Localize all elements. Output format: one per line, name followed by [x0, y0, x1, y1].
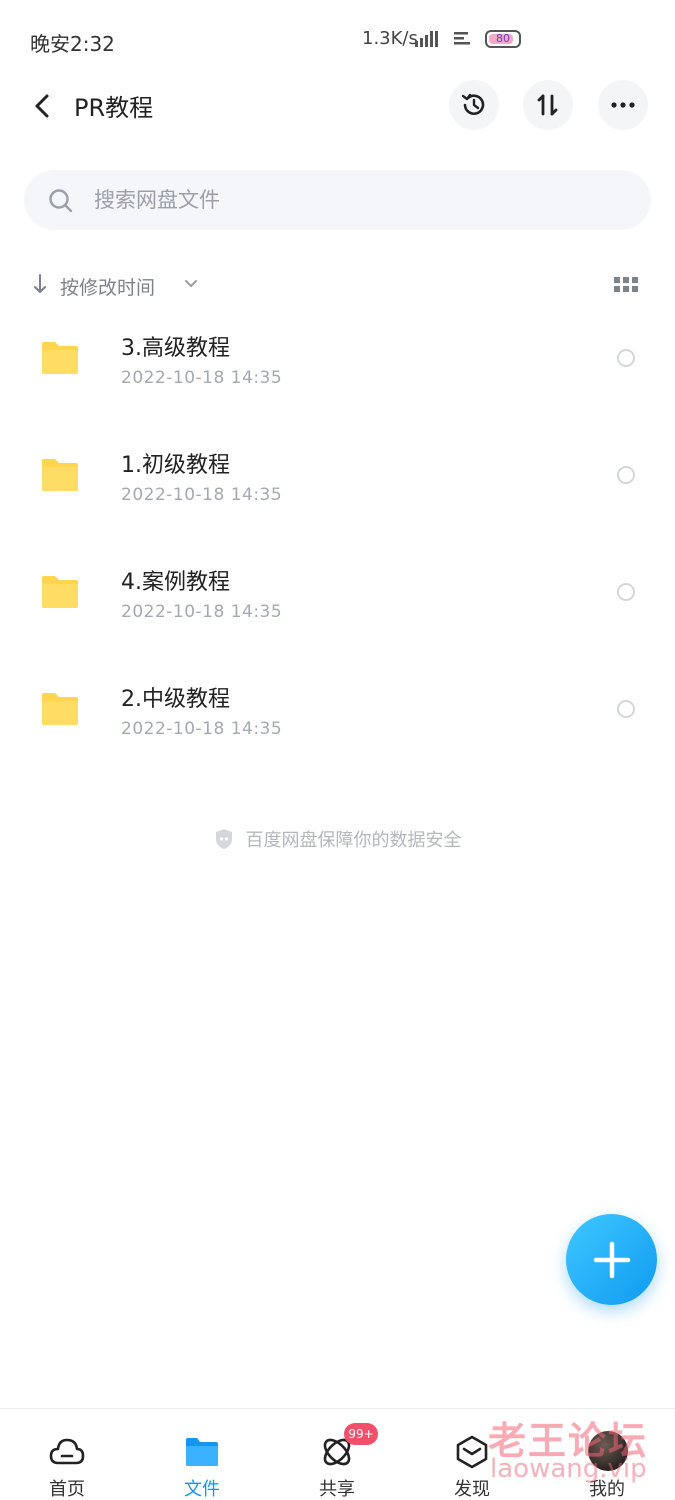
- page-title: PR教程: [74, 94, 154, 122]
- file-list: 3.高级教程 2022-10-18 14:35 1.初级教程 2022-10-1…: [0, 310, 675, 778]
- grid-view-icon[interactable]: [614, 275, 638, 295]
- file-row[interactable]: 1.初级教程 2022-10-18 14:35: [0, 427, 675, 544]
- wifi-icon: [454, 32, 470, 45]
- folder-icon: [42, 576, 78, 608]
- sort-icon: [537, 94, 558, 116]
- folder-icon: [42, 459, 78, 491]
- header: PR教程: [0, 78, 675, 134]
- nav-item-files[interactable]: 文件: [147, 1409, 257, 1500]
- signal-icon: [415, 31, 438, 47]
- file-date: 2022-10-18 14:35: [121, 719, 283, 739]
- file-row[interactable]: 4.案例教程 2022-10-18 14:35: [0, 544, 675, 661]
- select-checkbox[interactable]: [617, 700, 635, 718]
- file-date: 2022-10-18 14:35: [121, 485, 283, 505]
- file-name: 4.案例教程: [121, 570, 230, 595]
- more-icon: [611, 102, 635, 108]
- history-icon: [461, 93, 485, 115]
- folder-icon: [186, 1438, 218, 1466]
- nav-label: 文件: [184, 1479, 220, 1500]
- search-box[interactable]: [24, 170, 651, 230]
- arrow-down-icon[interactable]: [32, 273, 48, 295]
- status-bar: 晚安2:32 1.3K/s 80: [0, 0, 675, 80]
- history-button[interactable]: [449, 80, 499, 130]
- safety-note-text: 百度网盘保障你的数据安全: [245, 830, 462, 851]
- nav-item-discover[interactable]: 发现: [417, 1409, 527, 1500]
- plus-icon: [593, 1241, 630, 1278]
- file-name: 2.中级教程: [121, 687, 230, 712]
- file-row[interactable]: 3.高级教程 2022-10-18 14:35: [0, 310, 675, 427]
- back-button[interactable]: [24, 86, 60, 126]
- file-name: 1.初级教程: [121, 453, 230, 478]
- app-root: 晚安2:32 1.3K/s 80 PR教程 搜索网盘文件 按修改时间 3.高级教…: [0, 0, 675, 1500]
- sort-bar: 按修改时间: [0, 265, 675, 305]
- select-checkbox[interactable]: [617, 466, 635, 484]
- search-icon: [49, 189, 73, 213]
- file-row[interactable]: 2.中级教程 2022-10-18 14:35: [0, 661, 675, 778]
- file-date: 2022-10-18 14:35: [121, 368, 283, 388]
- sort-button[interactable]: [523, 80, 573, 130]
- battery-icon: 80: [485, 30, 521, 48]
- nav-label: 发现: [454, 1479, 490, 1500]
- battery-level: 80: [496, 32, 510, 45]
- chevron-left-icon: [35, 94, 49, 118]
- select-checkbox[interactable]: [617, 583, 635, 601]
- network-speed: 1.3K/s: [362, 28, 418, 49]
- status-time: 晚安2:32: [30, 32, 115, 56]
- add-button[interactable]: [566, 1214, 657, 1305]
- safety-note: 百度网盘保障你的数据安全: [0, 826, 675, 852]
- chevron-down-icon[interactable]: [184, 279, 198, 289]
- nav-label: 首页: [49, 1479, 85, 1500]
- shield-icon: [215, 829, 232, 849]
- nav-label: 共享: [319, 1479, 355, 1500]
- notification-badge: 99+: [344, 1423, 378, 1445]
- sort-label[interactable]: 按修改时间: [60, 273, 155, 300]
- avatar: [588, 1431, 628, 1471]
- select-checkbox[interactable]: [617, 349, 635, 367]
- file-date: 2022-10-18 14:35: [121, 602, 283, 622]
- nav-item-home[interactable]: 首页: [12, 1409, 122, 1500]
- nav-item-share[interactable]: 99+ 共享: [282, 1409, 392, 1500]
- file-name: 3.高级教程: [121, 336, 230, 361]
- search-input[interactable]: [88, 170, 620, 230]
- folder-icon: [42, 693, 78, 725]
- discover-icon: [456, 1435, 488, 1469]
- nav-item-me[interactable]: 我的: [552, 1409, 662, 1500]
- folder-icon: [42, 342, 78, 374]
- cloud-icon: [49, 1438, 85, 1465]
- more-button[interactable]: [598, 80, 648, 130]
- nav-label: 我的: [589, 1479, 625, 1500]
- bottom-nav: 首页 文件 99+ 共享 发现 我的: [0, 1408, 675, 1500]
